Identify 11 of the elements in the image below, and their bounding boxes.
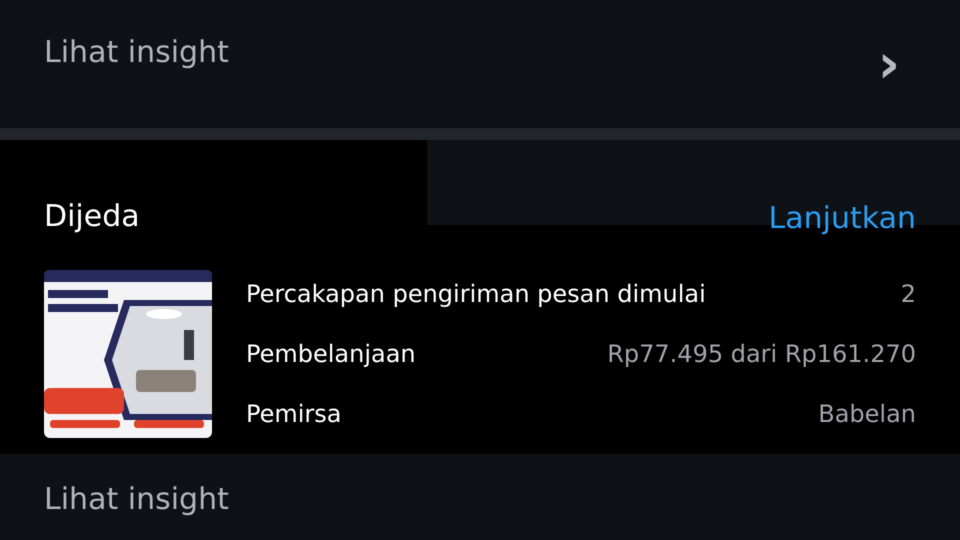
status-label: Dijeda <box>44 199 140 235</box>
insight-label[interactable]: Lihat insight <box>44 482 229 517</box>
resume-link[interactable]: Lanjutkan <box>768 201 916 237</box>
metric-value: 2 <box>900 280 916 308</box>
metric-label: Percakapan pengiriman pesan dimulai <box>246 280 706 308</box>
metric-value: Babelan <box>818 400 916 428</box>
chevron-icon: › <box>878 37 900 91</box>
metric-value: Rp77.495 dari Rp161.270 <box>607 340 916 368</box>
metric-label: Pemirsa <box>246 400 342 428</box>
metric-label: Pembelanjaan <box>246 340 416 368</box>
insight-label: Lihat insight <box>44 34 229 70</box>
